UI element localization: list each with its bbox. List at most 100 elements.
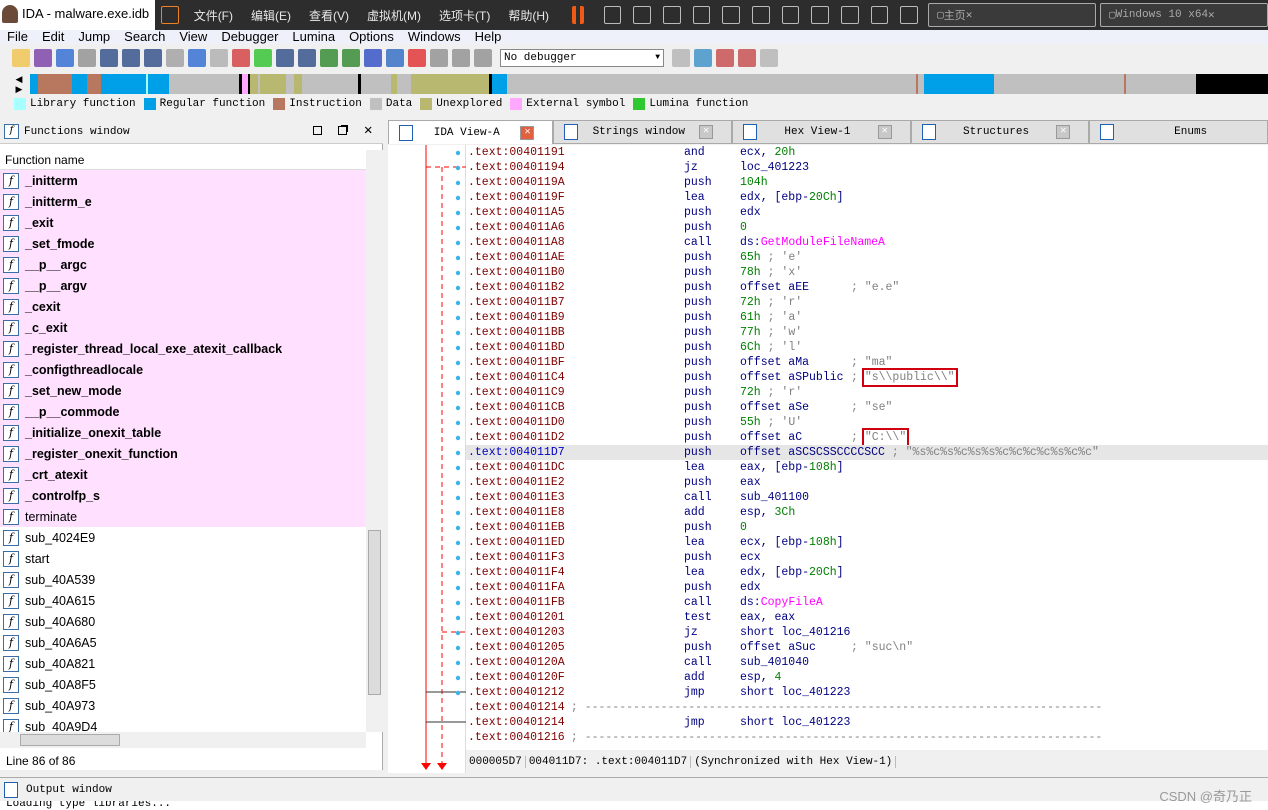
tab-hex-view-1[interactable]: Hex View-1 ✕ [732,120,911,144]
code-line[interactable]: .text:00401212 jmp short loc_401223 [466,685,1268,700]
breakpoint-dot[interactable] [455,375,461,381]
code-line[interactable]: .text:0040119F lea edx, [ebp-20Ch] [466,190,1268,205]
breakpoint-dot[interactable] [455,255,461,261]
lock-icon[interactable] [210,48,228,67]
function-list-item[interactable]: f start [0,548,366,569]
code-line[interactable]: .text:004011B9 push 61h ; 'a' [466,310,1268,325]
pause-debug-icon[interactable] [452,48,470,67]
close-tab-icon[interactable]: ✕ [699,125,714,139]
breakpoint-dot[interactable] [455,555,461,561]
green-ball-icon[interactable] [254,48,272,67]
vm-menu-item[interactable]: 帮助(H) [508,7,549,24]
breakpoint-dot[interactable] [455,210,461,216]
menu-debugger[interactable]: Debugger [221,30,278,44]
breakpoint-dot[interactable] [455,510,461,516]
breakpoint-dot[interactable] [455,225,461,231]
code-line[interactable]: .text:004011FB call ds:CopyFileA [466,595,1268,610]
breakpoint-dot[interactable] [455,450,461,456]
function-list-item[interactable]: f sub_4024E9 [0,527,366,548]
search-text-icon[interactable] [122,48,140,67]
function-list-item[interactable]: f sub_40A615 [0,590,366,611]
breakpoint-dot[interactable] [455,675,461,681]
revert-snapshot-icon[interactable] [662,6,681,24]
close-tab-icon[interactable]: ✕ [520,125,535,140]
breakpoint-dot[interactable] [455,660,461,666]
function-list-item[interactable]: f __p__commode [0,401,366,422]
delete-icon[interactable] [408,48,426,67]
create-struct-icon[interactable] [342,48,360,67]
breakpoint-dot[interactable] [455,540,461,546]
terminal-icon[interactable] [870,6,889,24]
menu-view[interactable]: View [179,30,207,44]
vm-tab[interactable]: ▢ 主页 ✕ [928,3,1096,27]
breakpoint-dot[interactable] [455,480,461,486]
code-line[interactable]: .text:004011D7 push offset aSCSCSSCCCCSCC … [466,445,1268,460]
function-list-item[interactable]: f _crt_atexit [0,464,366,485]
snapshot-icon[interactable] [633,6,651,24]
snapshot-manager-icon[interactable] [692,6,711,24]
code-line[interactable]: .text:004011AE push 65h ; 'e' [466,250,1268,265]
maximize-icon[interactable] [313,126,322,135]
add-breakpoint-icon[interactable] [738,48,756,67]
code-line[interactable]: .text:00401216 ; -----------------------… [466,730,1268,745]
console-view-icon[interactable] [841,6,859,24]
breakpoint-dot[interactable] [455,150,461,156]
breakpoint-dot[interactable] [455,390,461,396]
function-list-item[interactable]: f _c_exit [0,317,366,338]
code-line[interactable]: .text:00401214 ; -----------------------… [466,700,1268,715]
send-keys-icon[interactable] [603,6,622,24]
unity-icon[interactable] [811,6,829,24]
breakpoint-dot[interactable] [455,615,461,621]
code-line[interactable]: .text:004011E2 push eax [466,475,1268,490]
function-list-item[interactable]: f sub_40A8F5 [0,674,366,695]
breakpoint-dot[interactable] [455,405,461,411]
function-list-item[interactable]: f _exit [0,212,366,233]
function-list-item[interactable]: f _cexit [0,296,366,317]
tab-ida-view-a[interactable]: IDA View-A ✕ [388,120,554,144]
breakpoint-dot[interactable] [455,525,461,531]
vm-menu-item[interactable]: 查看(V) [309,7,349,24]
function-list-item[interactable]: f _configthreadlocale [0,359,366,380]
breakpoint-dot[interactable] [455,360,461,366]
split-view-icon[interactable] [722,6,740,24]
code-line[interactable]: .text:00401214 jmp short loc_401223 [466,715,1268,730]
code-line[interactable]: .text:004011EB push 0 [466,520,1268,535]
forward-icon[interactable] [78,48,96,67]
code-line[interactable]: .text:00401203 jz short loc_401216 [466,625,1268,640]
fullscreen-icon[interactable] [781,6,800,24]
code-line[interactable]: .text:004011B0 push 78h ; 'x' [466,265,1268,280]
breakpoint-list-icon[interactable] [716,48,734,67]
code-line[interactable]: .text:004011D0 push 55h ; 'U' [466,415,1268,430]
breakpoint-dot[interactable] [455,630,461,636]
close-icon[interactable]: ✕ [364,122,372,139]
code-line[interactable]: .text:00401191 and ecx, 20h [466,145,1268,160]
code-line[interactable]: .text:004011DC lea eax, [ebp-108h] [466,460,1268,475]
navigation-band[interactable] [30,74,1268,94]
function-list-item[interactable]: f sub_40A821 [0,653,366,674]
breakpoint-dot[interactable] [455,195,461,201]
delete-breakpoint-icon[interactable] [760,48,778,67]
function-list-item[interactable]: f _initterm_e [0,191,366,212]
code-line[interactable]: .text:004011A8 call ds:GetModuleFileNameA [466,235,1268,250]
code-line[interactable]: .text:0040119A push 104h [466,175,1268,190]
breakpoint-dot[interactable] [455,600,461,606]
menu-options[interactable]: Options [349,30,394,44]
code-line[interactable]: .text:004011BB push 77h ; 'w' [466,325,1268,340]
breakpoint-dot[interactable] [455,570,461,576]
breakpoint-dot[interactable] [455,180,461,186]
nav-arrows[interactable]: ◀ ▶ [10,74,28,94]
code-line[interactable]: .text:004011E3 call sub_401100 [466,490,1268,505]
search-binary-icon[interactable] [100,48,118,67]
float-icon[interactable] [338,126,347,135]
code-line[interactable]: .text:004011F3 push ecx [466,550,1268,565]
close-icon[interactable]: ✕ [966,8,973,22]
code-line[interactable]: .text:004011B2 push offset aEE ; "e.e" [466,280,1268,295]
function-list-item[interactable]: f _set_new_mode [0,380,366,401]
stretch-icon[interactable] [900,6,919,24]
breakpoint-dot[interactable] [455,465,461,471]
breakpoint-dot[interactable] [455,690,461,696]
function-list-item[interactable]: f sub_40A680 [0,611,366,632]
close-icon[interactable]: ✕ [1208,8,1215,22]
code-line[interactable]: .text:004011C4 push offset aSPublic; "s\\p… [466,368,1268,387]
function-list-item[interactable]: f sub_40A6A5 [0,632,366,653]
